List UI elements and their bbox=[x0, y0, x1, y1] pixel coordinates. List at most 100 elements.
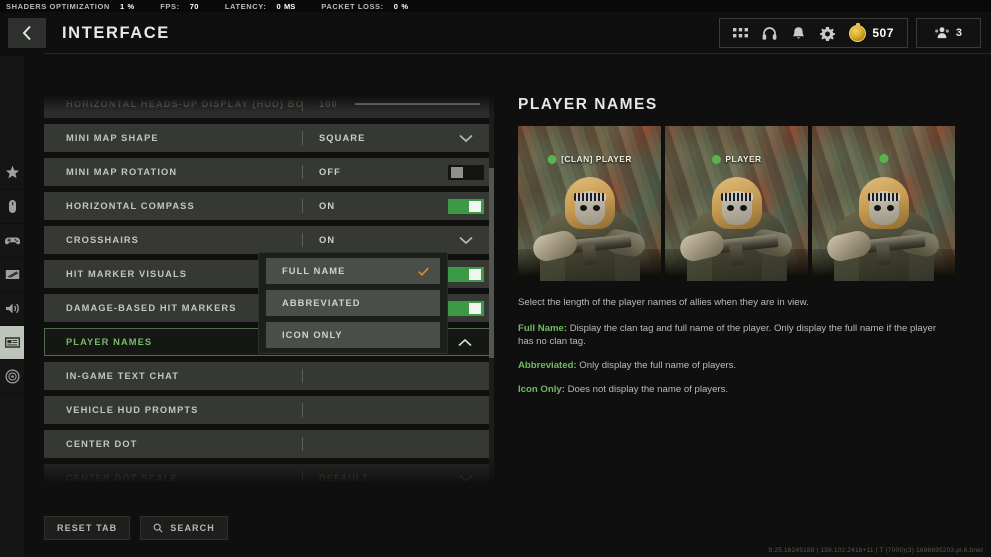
setting-row[interactable]: Center Dot ScaleDefault bbox=[44, 464, 494, 490]
perf-value: 0 bbox=[394, 2, 399, 11]
page-title: INTERFACE bbox=[62, 24, 170, 43]
preview-images: [CLAN] PLAYER PLAYER bbox=[518, 126, 958, 281]
setting-row[interactable]: In-Game Text Chat bbox=[44, 362, 494, 390]
squad-count: 3 bbox=[956, 27, 962, 39]
description-text: Does not display the name of players. bbox=[565, 384, 728, 395]
setting-dropdown-toggle[interactable] bbox=[438, 134, 494, 143]
player-nametag bbox=[879, 154, 888, 163]
scrollbar-thumb[interactable] bbox=[489, 168, 494, 358]
dropdown-option[interactable]: Full Name bbox=[266, 258, 440, 284]
squad-button[interactable]: 3 bbox=[916, 18, 981, 48]
toggle-switch[interactable] bbox=[448, 165, 484, 180]
rail-spacer bbox=[0, 56, 24, 156]
grid-icon[interactable] bbox=[733, 26, 748, 41]
setting-row[interactable]: CrosshairsOn bbox=[44, 226, 494, 254]
setting-label: Center Dot Scale bbox=[44, 473, 302, 483]
setting-value: Default bbox=[303, 473, 438, 483]
rail-item-graphics[interactable] bbox=[0, 258, 24, 292]
setting-row[interactable]: Horizontal CompassOn bbox=[44, 192, 494, 220]
perf-value: 0 bbox=[276, 2, 281, 11]
description-term: Abbreviated: bbox=[518, 360, 577, 371]
toggle-knob bbox=[469, 303, 481, 314]
rail-item-mouse-keyboard[interactable] bbox=[0, 190, 24, 224]
toggle-switch[interactable] bbox=[448, 199, 484, 214]
chevron-up-icon[interactable] bbox=[458, 338, 472, 347]
currency-display[interactable]: 507 bbox=[849, 25, 894, 42]
setting-row[interactable]: Horizontal Heads-Up Display (HUD) Bounds… bbox=[44, 90, 494, 118]
row-divider bbox=[302, 403, 303, 417]
mouse-icon bbox=[5, 199, 20, 214]
soldier-figure bbox=[825, 169, 943, 281]
rail-item-accessibility[interactable] bbox=[0, 360, 24, 394]
setting-label: Mini Map Shape bbox=[44, 133, 302, 143]
rail-item-interface[interactable] bbox=[0, 326, 24, 360]
setting-dropdown-toggle[interactable] bbox=[438, 236, 494, 245]
setting-row[interactable]: Mini Map RotationOff bbox=[44, 158, 494, 186]
perf-item: Shaders Optimization 1% bbox=[6, 2, 134, 11]
rail-item-audio[interactable] bbox=[0, 292, 24, 326]
perf-label: FPS: bbox=[160, 2, 179, 11]
row-divider bbox=[302, 437, 303, 451]
toggle-switch[interactable] bbox=[448, 301, 484, 316]
chevron-down-icon[interactable] bbox=[459, 236, 473, 245]
setting-label: Vehicle HUD Prompts bbox=[44, 405, 302, 415]
setting-label: In-Game Text Chat bbox=[44, 371, 302, 381]
setting-row[interactable]: Vehicle HUD Prompts bbox=[44, 396, 494, 424]
page-header: INTERFACE bbox=[0, 12, 991, 54]
setting-row[interactable]: Mini Map ShapeSquare bbox=[44, 124, 494, 152]
chevron-down-icon[interactable] bbox=[459, 474, 473, 483]
header-actions: 507 3 bbox=[719, 18, 981, 48]
description-text: Display the clan tag and full name of th… bbox=[518, 323, 936, 347]
rail-item-favorites[interactable] bbox=[0, 156, 24, 190]
setting-toggle[interactable] bbox=[438, 199, 494, 214]
rail-item-controller[interactable] bbox=[0, 224, 24, 258]
setting-toggle[interactable] bbox=[438, 165, 494, 180]
player-names-dropdown[interactable]: Full Name Abbreviated Icon Only bbox=[258, 252, 448, 354]
accessibility-icon bbox=[5, 369, 20, 384]
perf-label: Shaders Optimization bbox=[6, 2, 110, 11]
player-nametag: [CLAN] PLAYER bbox=[547, 154, 632, 164]
setting-value: Square bbox=[303, 133, 438, 143]
perf-label: Latency: bbox=[225, 2, 267, 11]
nametag-text: [CLAN] PLAYER bbox=[561, 154, 632, 164]
ally-dot-icon bbox=[711, 155, 720, 164]
slider-track[interactable] bbox=[355, 103, 480, 105]
back-button[interactable] bbox=[8, 18, 46, 48]
dropdown-option[interactable]: Abbreviated bbox=[266, 290, 440, 316]
squad-icon bbox=[935, 26, 949, 40]
toggle-knob bbox=[469, 269, 481, 280]
build-version: 9.25.16245188 | 159.102.2416+11 | T (700… bbox=[769, 547, 983, 554]
perf-unit: MS bbox=[284, 2, 295, 11]
gear-icon[interactable] bbox=[820, 26, 835, 41]
setting-dropdown-toggle[interactable] bbox=[438, 474, 494, 483]
dropdown-option-label: Abbreviated bbox=[266, 298, 361, 308]
reset-tab-button[interactable]: Reset Tab bbox=[44, 516, 130, 540]
setting-value: Off bbox=[303, 167, 438, 177]
search-button[interactable]: Search bbox=[140, 516, 228, 540]
coin-icon bbox=[849, 25, 866, 42]
toggle-switch[interactable] bbox=[448, 267, 484, 282]
setting-label: Horizontal Heads-Up Display (HUD) Bounds bbox=[44, 99, 302, 109]
perf-value: 1 bbox=[120, 2, 125, 11]
description-term: Icon Only: bbox=[518, 384, 565, 395]
display-icon bbox=[5, 267, 20, 282]
setting-slider[interactable] bbox=[355, 103, 494, 105]
dropdown-option-label: Icon Only bbox=[266, 330, 343, 340]
detail-title: PLAYER NAMES bbox=[518, 96, 958, 114]
dropdown-option[interactable]: Icon Only bbox=[266, 322, 440, 348]
setting-value: On bbox=[303, 201, 438, 211]
detail-pane: PLAYER NAMES [CLAN] PLAYER PLAYER Select … bbox=[518, 96, 958, 407]
toggle-knob bbox=[469, 201, 481, 212]
star-icon bbox=[5, 165, 20, 180]
bell-icon[interactable] bbox=[791, 26, 806, 41]
nametag-text: PLAYER bbox=[725, 154, 761, 164]
gamepad-icon bbox=[5, 233, 20, 248]
chevron-down-icon[interactable] bbox=[459, 134, 473, 143]
perf-unit: % bbox=[128, 2, 135, 11]
headset-icon[interactable] bbox=[762, 26, 777, 41]
detail-description: Select the length of the player names of… bbox=[518, 296, 938, 396]
reset-tab-label: Reset Tab bbox=[57, 523, 117, 533]
perf-label: Packet Loss: bbox=[321, 2, 383, 11]
setting-row[interactable]: Center Dot bbox=[44, 430, 494, 458]
speaker-icon bbox=[5, 301, 20, 316]
